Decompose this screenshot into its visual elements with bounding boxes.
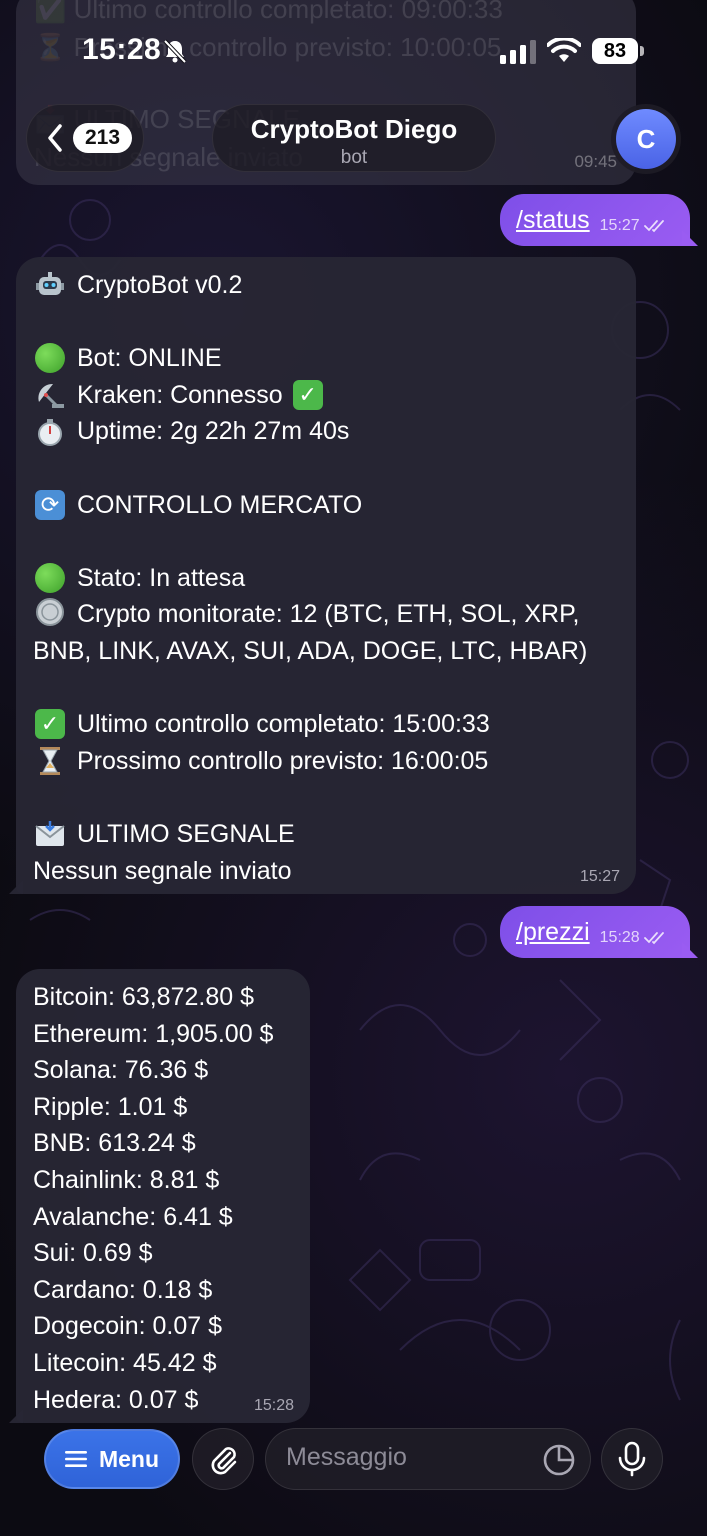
status-bar: 15:28 83 bbox=[0, 0, 707, 100]
double-check-icon bbox=[643, 220, 664, 233]
double-check-icon bbox=[643, 932, 664, 945]
message-input[interactable] bbox=[286, 1443, 526, 1472]
check-mark-icon: ✓ bbox=[291, 380, 325, 411]
section-heading: CONTROLLO MERCATO bbox=[77, 490, 363, 519]
price-line: Ethereum: 1,905.00 $ bbox=[33, 1019, 274, 1048]
menu-label: Menu bbox=[98, 1445, 160, 1472]
cellular-signal-icon bbox=[500, 40, 536, 64]
hourglass-icon bbox=[33, 746, 67, 776]
envelope-icon bbox=[33, 819, 67, 849]
chat-subtitle: bot bbox=[340, 147, 368, 168]
message-time: 15:27 bbox=[579, 868, 620, 885]
check-mark-icon: ✓ bbox=[33, 709, 67, 740]
microphone-icon bbox=[618, 1441, 646, 1477]
previous-message-time: 09:45 bbox=[574, 152, 617, 171]
wifi-icon bbox=[547, 38, 581, 62]
price-line: Dogecoin: 0.07 $ bbox=[33, 1312, 223, 1341]
chat-name: CryptoBot Diego bbox=[250, 114, 458, 144]
green-circle-icon bbox=[33, 343, 67, 374]
avatar[interactable]: C bbox=[616, 109, 676, 169]
chat-title[interactable]: CryptoBot Diego bot bbox=[212, 104, 496, 172]
back-button[interactable]: 213 bbox=[26, 104, 144, 172]
next-check: Prossimo controllo previsto: 16:00:05 bbox=[77, 746, 489, 775]
monitored-cryptos: Crypto monitorate: 12 (BTC, ETH, SOL, XR… bbox=[33, 600, 588, 665]
coin-icon bbox=[33, 597, 67, 627]
incoming-message-status: CryptoBot v0.2 Bot: ONLINE Kraken: Conne… bbox=[9, 257, 636, 894]
last-signal: Nessun segnale inviato bbox=[33, 856, 292, 885]
chevron-left-icon bbox=[48, 124, 62, 152]
refresh-icon: ⟳ bbox=[33, 489, 67, 520]
unread-count-badge: 213 bbox=[73, 123, 133, 153]
section-heading: ULTIMO SEGNALE bbox=[77, 819, 295, 848]
price-line: Avalanche: 6.41 $ bbox=[33, 1202, 233, 1231]
bot-version: CryptoBot v0.2 bbox=[77, 271, 243, 299]
battery-indicator: 83 bbox=[592, 38, 644, 64]
price-line: Ripple: 1.01 $ bbox=[33, 1092, 188, 1121]
price-line: Chainlink: 8.81 $ bbox=[33, 1165, 220, 1194]
sticker-icon[interactable] bbox=[542, 1443, 576, 1477]
command-link[interactable]: /prezzi bbox=[516, 918, 590, 947]
message-time: 15:28 bbox=[599, 929, 640, 946]
uptime: Uptime: 2g 22h 27m 40s bbox=[77, 417, 350, 446]
menu-button[interactable]: Menu bbox=[44, 1429, 180, 1489]
silent-bell-icon bbox=[163, 39, 187, 64]
message-time: 15:28 bbox=[253, 1397, 294, 1414]
price-line: Cardano: 0.18 $ bbox=[33, 1275, 213, 1304]
outgoing-message-prezzi[interactable]: /prezzi 15:28 bbox=[500, 906, 698, 958]
clock: 15:28 bbox=[82, 33, 162, 66]
microphone-button[interactable] bbox=[601, 1428, 663, 1490]
satellite-antenna-icon bbox=[33, 380, 67, 410]
price-line: BNB: 613.24 $ bbox=[33, 1129, 196, 1158]
last-check: Ultimo controllo completato: 15:00:33 bbox=[77, 710, 490, 739]
attach-button[interactable] bbox=[192, 1428, 254, 1490]
market-state: Stato: In attesa bbox=[77, 563, 246, 592]
price-line: Litecoin: 45.42 $ bbox=[33, 1348, 217, 1377]
command-link[interactable]: /status bbox=[516, 206, 590, 235]
message-time: 15:27 bbox=[599, 217, 640, 234]
price-line: Solana: 76.36 $ bbox=[33, 1056, 209, 1085]
price-line: Bitcoin: 63,872.80 $ bbox=[33, 983, 254, 1011]
price-line: Sui: 0.69 $ bbox=[33, 1239, 153, 1268]
kraken-status: Kraken: Connesso bbox=[77, 380, 283, 409]
outgoing-message-status[interactable]: /status 15:27 bbox=[500, 194, 698, 246]
green-circle-icon bbox=[33, 563, 67, 594]
message-input-container[interactable] bbox=[265, 1428, 591, 1490]
robot-icon bbox=[33, 270, 67, 300]
paperclip-icon bbox=[211, 1447, 237, 1475]
stopwatch-icon bbox=[33, 417, 67, 447]
hamburger-icon bbox=[64, 1451, 87, 1467]
bot-status: Bot: ONLINE bbox=[77, 344, 222, 373]
incoming-message-prices: Bitcoin: 63,872.80 $ Ethereum: 1,905.00 … bbox=[9, 969, 310, 1423]
